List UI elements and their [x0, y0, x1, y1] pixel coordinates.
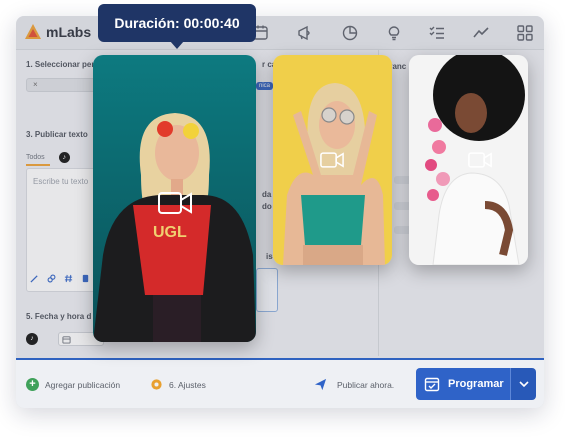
right-fragment-1: da: [262, 190, 272, 199]
network-badge: nica: [256, 82, 274, 90]
tiktok-icon[interactable]: ♪: [26, 333, 38, 345]
tiktok-tab-icon[interactable]: ♪: [58, 152, 70, 163]
logo-text: mLabs: [46, 24, 92, 40]
section-date-time-label: 5. Fecha y hora d: [26, 312, 92, 321]
schedule-options-button[interactable]: [510, 368, 536, 400]
megaphone-icon[interactable]: [296, 24, 314, 42]
tab-todos[interactable]: Todos: [26, 154, 45, 161]
gear-icon: [151, 379, 162, 390]
schedule-button[interactable]: Programar: [416, 368, 518, 400]
hashtag-icon[interactable]: [64, 274, 73, 283]
stage: mLabs 1. Seleccionar perí r can × nica 3…: [0, 0, 565, 441]
profile-chip[interactable]: ×: [26, 78, 100, 92]
checklist-icon[interactable]: [428, 24, 446, 42]
pie-chart-icon[interactable]: [341, 24, 359, 42]
calendar-check-icon: [424, 377, 440, 392]
add-post-button[interactable]: + Agregar publicación: [26, 378, 120, 391]
video-camera-icon: [468, 152, 492, 168]
section-select-period-label: 1. Seleccionar perí: [26, 60, 97, 69]
right-fragment-2: do: [262, 202, 272, 211]
active-tab-indicator: [26, 164, 50, 166]
svg-text:UGL: UGL: [153, 224, 187, 241]
video-camera-icon: [320, 152, 344, 168]
media-card-video-1[interactable]: UGL: [93, 55, 256, 342]
schedule-label: Programar: [448, 378, 504, 390]
top-navigation-bar: mLabs: [16, 16, 544, 50]
publish-now-label: Publicar ahora.: [337, 379, 395, 390]
section-publish-text-label: 3. Publicar texto: [26, 130, 88, 139]
publish-now-button[interactable]: Publicar ahora.: [314, 378, 394, 391]
magic-icon[interactable]: [30, 274, 39, 283]
video-camera-icon: [158, 192, 192, 214]
date-calendar-icon: [62, 336, 71, 344]
chip-remove-icon[interactable]: ×: [33, 80, 38, 89]
file-icon[interactable]: [81, 274, 90, 283]
chevron-down-icon: [519, 381, 529, 388]
duration-tooltip: Duración: 00:00:40: [98, 4, 256, 42]
link-icon[interactable]: [47, 274, 56, 283]
post-text-placeholder: Escribe tu texto: [33, 177, 89, 186]
right-upload-box[interactable]: [256, 268, 278, 312]
send-icon: [314, 378, 327, 391]
settings-label: 6. Ajustes: [169, 379, 206, 390]
add-circle-icon: +: [26, 378, 39, 391]
media-card-video-2[interactable]: [273, 55, 392, 265]
media-card-video-3[interactable]: [409, 55, 528, 265]
text-tools: [30, 274, 90, 283]
bottom-action-bar: + Agregar publicación 6. Ajustes Publica…: [16, 358, 544, 408]
network-tabs: Todos ♪: [26, 152, 70, 163]
logo[interactable]: mLabs: [24, 23, 91, 41]
settings-button[interactable]: 6. Ajustes: [150, 378, 206, 391]
lightbulb-icon[interactable]: [385, 24, 403, 42]
grid-icon[interactable]: [516, 24, 534, 42]
tooltip-arrow: [170, 41, 184, 49]
add-post-label: Agregar publicación: [45, 379, 121, 390]
trend-line-icon[interactable]: [472, 24, 490, 42]
right-fragment-3: is: [266, 252, 273, 261]
mlabs-logo-icon: [25, 24, 41, 39]
